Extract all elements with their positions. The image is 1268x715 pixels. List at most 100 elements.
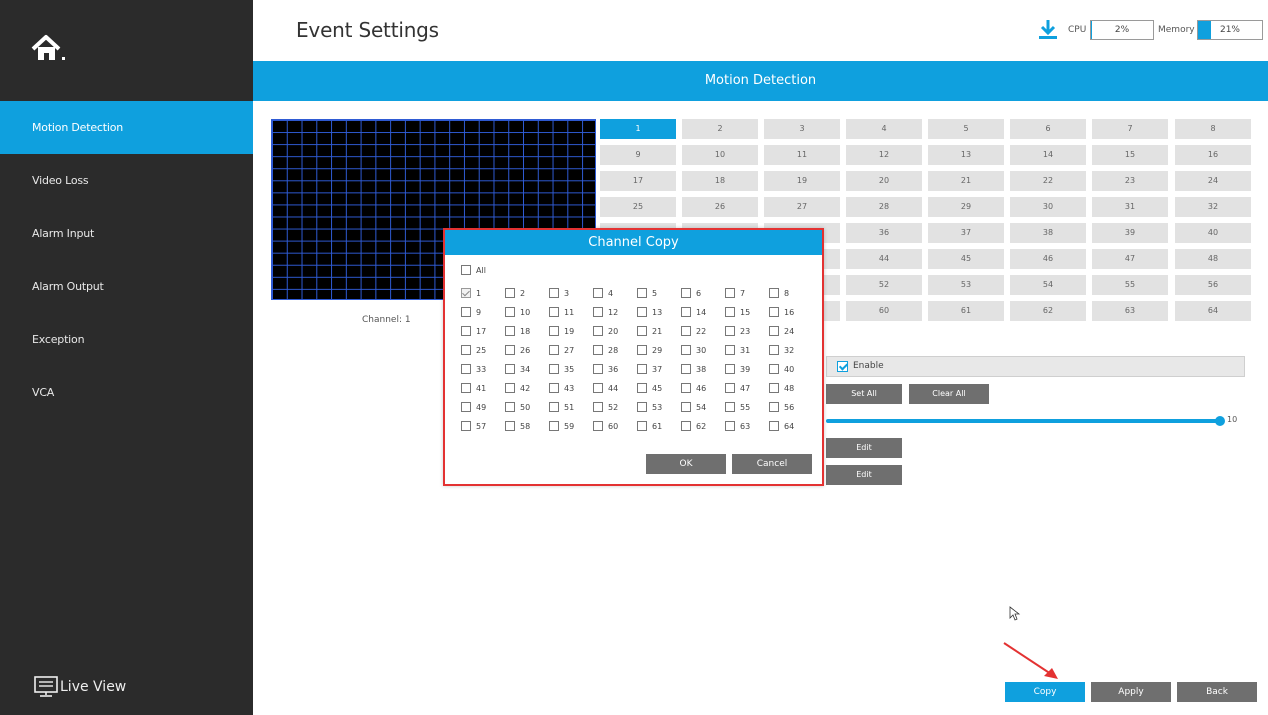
copy-checkbox-box[interactable]	[505, 421, 515, 431]
clear-all-button[interactable]: Clear All	[909, 384, 989, 404]
copy-checkbox-box[interactable]	[769, 421, 779, 431]
copy-checkbox-box[interactable]	[461, 364, 471, 374]
channel-button-18[interactable]: 18	[682, 171, 758, 191]
channel-button-55[interactable]: 55	[1092, 275, 1168, 295]
copy-checkbox-box[interactable]	[505, 383, 515, 393]
channel-button-28[interactable]: 28	[846, 197, 922, 217]
copy-checkbox-17[interactable]: 17	[461, 325, 486, 337]
sidebar-item-exception[interactable]: Exception	[0, 313, 253, 366]
copy-checkbox-51[interactable]: 51	[549, 401, 574, 413]
copy-checkbox-box[interactable]	[461, 326, 471, 336]
copy-checkbox-box[interactable]	[681, 307, 691, 317]
copy-checkbox-box[interactable]	[725, 402, 735, 412]
copy-checkbox-34[interactable]: 34	[505, 363, 530, 375]
home-icon[interactable]	[30, 34, 74, 64]
copy-checkbox-box[interactable]	[637, 421, 647, 431]
ok-button[interactable]: OK	[646, 454, 726, 474]
channel-button-12[interactable]: 12	[846, 145, 922, 165]
copy-checkbox-30[interactable]: 30	[681, 344, 706, 356]
channel-button-61[interactable]: 61	[928, 301, 1004, 321]
channel-button-45[interactable]: 45	[928, 249, 1004, 269]
channel-button-31[interactable]: 31	[1092, 197, 1168, 217]
copy-checkbox-box[interactable]	[637, 402, 647, 412]
copy-checkbox-31[interactable]: 31	[725, 344, 750, 356]
copy-checkbox-box[interactable]	[769, 383, 779, 393]
copy-checkbox-box[interactable]	[681, 288, 691, 298]
copy-checkbox-box[interactable]	[725, 326, 735, 336]
sidebar-item-video-loss[interactable]: Video Loss	[0, 154, 253, 207]
copy-checkbox-box[interactable]	[549, 402, 559, 412]
copy-checkbox-60[interactable]: 60	[593, 420, 618, 432]
copy-checkbox-43[interactable]: 43	[549, 382, 574, 394]
copy-checkbox-52[interactable]: 52	[593, 401, 618, 413]
copy-checkbox-box[interactable]	[769, 307, 779, 317]
copy-checkbox-box[interactable]	[725, 383, 735, 393]
channel-button-14[interactable]: 14	[1010, 145, 1086, 165]
copy-checkbox-box[interactable]	[681, 326, 691, 336]
copy-checkbox-48[interactable]: 48	[769, 382, 794, 394]
copy-checkbox-5[interactable]: 5	[637, 287, 657, 299]
copy-checkbox-59[interactable]: 59	[549, 420, 574, 432]
copy-checkbox-40[interactable]: 40	[769, 363, 794, 375]
set-all-button[interactable]: Set All	[826, 384, 902, 404]
live-view-button[interactable]: Live View	[34, 674, 126, 700]
sensitivity-slider-handle[interactable]	[1215, 416, 1225, 426]
copy-checkbox-18[interactable]: 18	[505, 325, 530, 337]
copy-checkbox-box[interactable]	[725, 421, 735, 431]
copy-checkbox-58[interactable]: 58	[505, 420, 530, 432]
copy-checkbox-26[interactable]: 26	[505, 344, 530, 356]
copy-checkbox-55[interactable]: 55	[725, 401, 750, 413]
channel-button-54[interactable]: 54	[1010, 275, 1086, 295]
sidebar-item-alarm-output[interactable]: Alarm Output	[0, 260, 253, 313]
channel-button-23[interactable]: 23	[1092, 171, 1168, 191]
back-button[interactable]: Back	[1177, 682, 1257, 702]
channel-button-62[interactable]: 62	[1010, 301, 1086, 321]
copy-checkbox-42[interactable]: 42	[505, 382, 530, 394]
channel-button-21[interactable]: 21	[928, 171, 1004, 191]
copy-checkbox-box[interactable]	[505, 364, 515, 374]
copy-checkbox-box[interactable]	[505, 345, 515, 355]
channel-button-44[interactable]: 44	[846, 249, 922, 269]
channel-button-46[interactable]: 46	[1010, 249, 1086, 269]
channel-button-15[interactable]: 15	[1092, 145, 1168, 165]
copy-checkbox-box[interactable]	[549, 307, 559, 317]
copy-checkbox-10[interactable]: 10	[505, 306, 530, 318]
copy-checkbox-box[interactable]	[681, 345, 691, 355]
copy-checkbox-box[interactable]	[681, 402, 691, 412]
channel-button-37[interactable]: 37	[928, 223, 1004, 243]
copy-checkbox-box[interactable]	[637, 345, 647, 355]
copy-checkbox-box[interactable]	[461, 402, 471, 412]
channel-button-60[interactable]: 60	[846, 301, 922, 321]
copy-checkbox-box[interactable]	[593, 345, 603, 355]
copy-checkbox-3[interactable]: 3	[549, 287, 569, 299]
copy-checkbox-box[interactable]	[461, 288, 471, 298]
copy-checkbox-box[interactable]	[593, 402, 603, 412]
channel-button-3[interactable]: 3	[764, 119, 840, 139]
copy-checkbox-13[interactable]: 13	[637, 306, 662, 318]
copy-checkbox-64[interactable]: 64	[769, 420, 794, 432]
copy-checkbox-box[interactable]	[461, 383, 471, 393]
copy-checkbox-box[interactable]	[461, 421, 471, 431]
cancel-button[interactable]: Cancel	[732, 454, 812, 474]
copy-checkbox-27[interactable]: 27	[549, 344, 574, 356]
channel-button-2[interactable]: 2	[682, 119, 758, 139]
channel-button-24[interactable]: 24	[1175, 171, 1251, 191]
copy-checkbox-box[interactable]	[505, 307, 515, 317]
copy-checkbox-box[interactable]	[637, 307, 647, 317]
copy-checkbox-47[interactable]: 47	[725, 382, 750, 394]
copy-checkbox-1[interactable]: 1	[461, 287, 481, 299]
copy-checkbox-7[interactable]: 7	[725, 287, 745, 299]
copy-checkbox-box[interactable]	[725, 288, 735, 298]
copy-checkbox-box[interactable]	[681, 421, 691, 431]
copy-checkbox-box[interactable]	[549, 364, 559, 374]
checkbox-all[interactable]: All	[461, 264, 486, 276]
copy-checkbox-box[interactable]	[549, 421, 559, 431]
channel-button-27[interactable]: 27	[764, 197, 840, 217]
channel-button-7[interactable]: 7	[1092, 119, 1168, 139]
copy-checkbox-box[interactable]	[637, 364, 647, 374]
copy-checkbox-box[interactable]	[769, 364, 779, 374]
copy-checkbox-12[interactable]: 12	[593, 306, 618, 318]
copy-checkbox-box[interactable]	[593, 307, 603, 317]
copy-checkbox-53[interactable]: 53	[637, 401, 662, 413]
copy-checkbox-19[interactable]: 19	[549, 325, 574, 337]
